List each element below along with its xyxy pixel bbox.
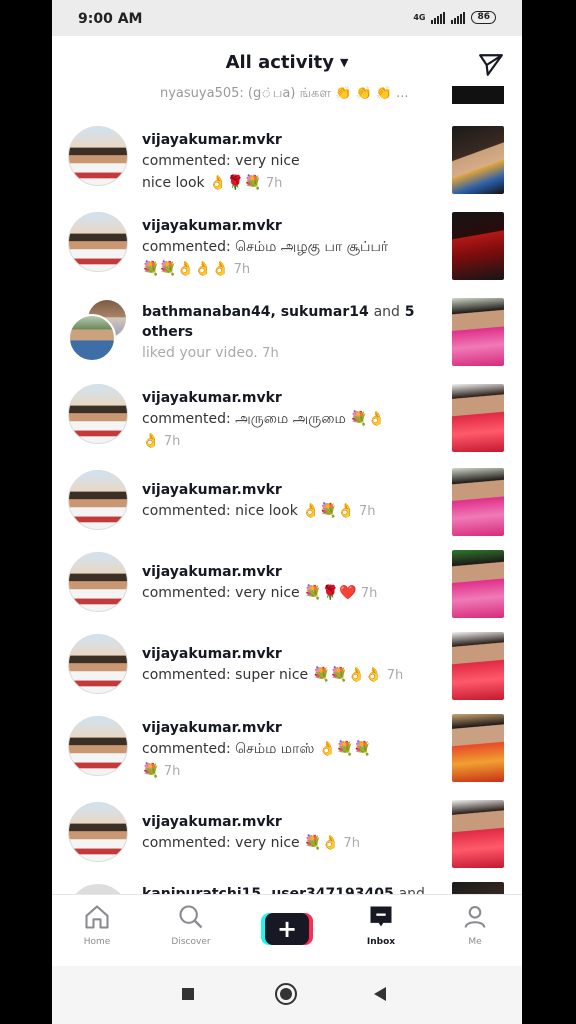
comment-text: commented: very nice 💐🌹❤️	[142, 585, 357, 601]
activity-list[interactable]: nyasuya505: (g்பa) ங்கள 👏 👏 👏 ... vijaya…	[52, 86, 522, 894]
username[interactable]: vijayakumar.mvkr	[142, 644, 432, 664]
timestamp: 7h	[233, 262, 251, 277]
tab-me[interactable]: Me	[440, 903, 510, 947]
timestamp: 7h	[386, 668, 404, 683]
avatar[interactable]	[68, 716, 128, 776]
username[interactable]: vijayakumar.mvkr	[142, 812, 432, 832]
status-icons: 4G 86	[413, 11, 496, 24]
comment-text: commented: அருமை அருமை 💐👌	[142, 411, 386, 427]
android-nav-bar	[52, 966, 522, 1024]
timestamp: 7h	[343, 836, 360, 851]
tab-label: Home	[83, 937, 111, 947]
username[interactable]: vijayakumar.mvkr	[142, 216, 432, 236]
username[interactable]: vijayakumar.mvkr	[142, 480, 432, 500]
avatar[interactable]	[68, 884, 128, 894]
profile-icon	[464, 906, 486, 928]
video-thumbnail[interactable]	[452, 550, 504, 618]
header-bar: All activity ▼	[52, 36, 522, 92]
username[interactable]: kanipuratchi15	[142, 886, 261, 894]
username-2[interactable]: user347193405	[271, 886, 393, 894]
recent-apps-icon[interactable]	[182, 988, 194, 1000]
signal-icon-2	[451, 11, 466, 24]
tab-inbox[interactable]: Inbox	[346, 903, 416, 947]
username[interactable]: vijayakumar.mvkr	[142, 562, 432, 582]
comment-text: commented: super nice 💐💐👌👌	[142, 667, 383, 683]
username[interactable]: vijayakumar.mvkr	[142, 388, 432, 408]
bottom-tab-bar: Home Discover + Inbox Me	[52, 894, 522, 967]
avatar[interactable]	[68, 212, 128, 272]
timestamp: 7h	[262, 346, 279, 361]
timestamp: 7h	[265, 176, 283, 191]
tab-label: Discover	[171, 937, 211, 947]
username-2[interactable]: sukumar14	[281, 304, 369, 320]
network-type: 4G	[413, 13, 426, 22]
comment-text: commented: செம்ம மாஸ் 👌💐💐	[142, 741, 372, 757]
video-thumbnail[interactable]	[452, 212, 504, 280]
caret-down-icon: ▼	[339, 56, 349, 69]
timestamp: 7h	[359, 504, 376, 519]
list-item-partial[interactable]: nyasuya505: (g்பa) ங்கள 👏 👏 👏 ...	[52, 86, 522, 108]
avatar[interactable]	[68, 634, 128, 694]
group-avatar[interactable]	[68, 300, 126, 362]
home-icon	[85, 905, 109, 929]
avatar[interactable]	[68, 802, 128, 862]
timestamp: 7h	[163, 434, 181, 449]
video-thumbnail[interactable]	[452, 882, 504, 894]
tab-label: Me	[468, 937, 482, 947]
video-thumbnail[interactable]	[452, 384, 504, 452]
avatar[interactable]	[68, 126, 128, 186]
username[interactable]: bathmanaban44	[142, 304, 271, 320]
status-time: 9:00 AM	[78, 11, 143, 27]
comment-text: commented: செம்ம அழகு பா சூப்பர்	[142, 239, 389, 255]
comment-text-2: nice look 👌🌹💐	[142, 175, 262, 191]
page-title: All activity	[225, 52, 334, 73]
comment-text: commented: very nice 💐👌	[142, 835, 339, 851]
video-thumbnail[interactable]	[452, 86, 504, 104]
video-thumbnail[interactable]	[452, 714, 504, 782]
status-bar: 9:00 AM 4G 86	[52, 0, 522, 36]
video-thumbnail[interactable]	[452, 632, 504, 700]
comment-text: commented: nice look 👌💐👌	[142, 503, 355, 519]
timestamp: 7h	[360, 586, 378, 601]
comment-text: commented: very nice	[142, 153, 300, 169]
comment-text-2: 💐	[142, 763, 160, 779]
avatar[interactable]	[68, 384, 128, 444]
video-thumbnail[interactable]	[452, 126, 504, 194]
username[interactable]: vijayakumar.mvkr	[142, 718, 432, 738]
tab-discover[interactable]: Discover	[156, 903, 226, 947]
plus-icon: +	[265, 913, 309, 945]
activity-filter-dropdown[interactable]: All activity ▼	[52, 52, 522, 73]
signal-icon	[431, 11, 446, 24]
comment-text-2: 👌	[142, 433, 160, 449]
avatar[interactable]	[68, 470, 128, 530]
create-button[interactable]: +	[261, 913, 313, 945]
tab-home[interactable]: Home	[62, 903, 132, 947]
partial-text: nyasuya505: (g்பa) ங்கள 👏 👏 👏 ...	[160, 86, 409, 101]
video-thumbnail[interactable]	[452, 298, 504, 366]
video-thumbnail[interactable]	[452, 800, 504, 868]
search-icon	[179, 905, 203, 929]
send-icon[interactable]	[478, 52, 504, 78]
phone-screen: 9:00 AM 4G 86 All activity ▼ nyasuya505: …	[52, 0, 522, 1024]
comment-text-2: 💐💐👌👌👌	[142, 261, 230, 277]
tab-label: Inbox	[366, 937, 396, 947]
username[interactable]: vijayakumar.mvkr	[142, 130, 432, 150]
back-icon[interactable]	[374, 987, 386, 1001]
like-text: liked your video.	[142, 345, 258, 361]
battery-icon: 86	[471, 11, 496, 24]
avatar-front	[68, 314, 116, 362]
home-button-icon[interactable]	[275, 983, 297, 1005]
timestamp: 7h	[163, 764, 181, 779]
avatar[interactable]	[68, 552, 128, 612]
video-thumbnail[interactable]	[452, 468, 504, 536]
and-text: and	[373, 304, 400, 320]
inbox-icon	[370, 906, 392, 927]
